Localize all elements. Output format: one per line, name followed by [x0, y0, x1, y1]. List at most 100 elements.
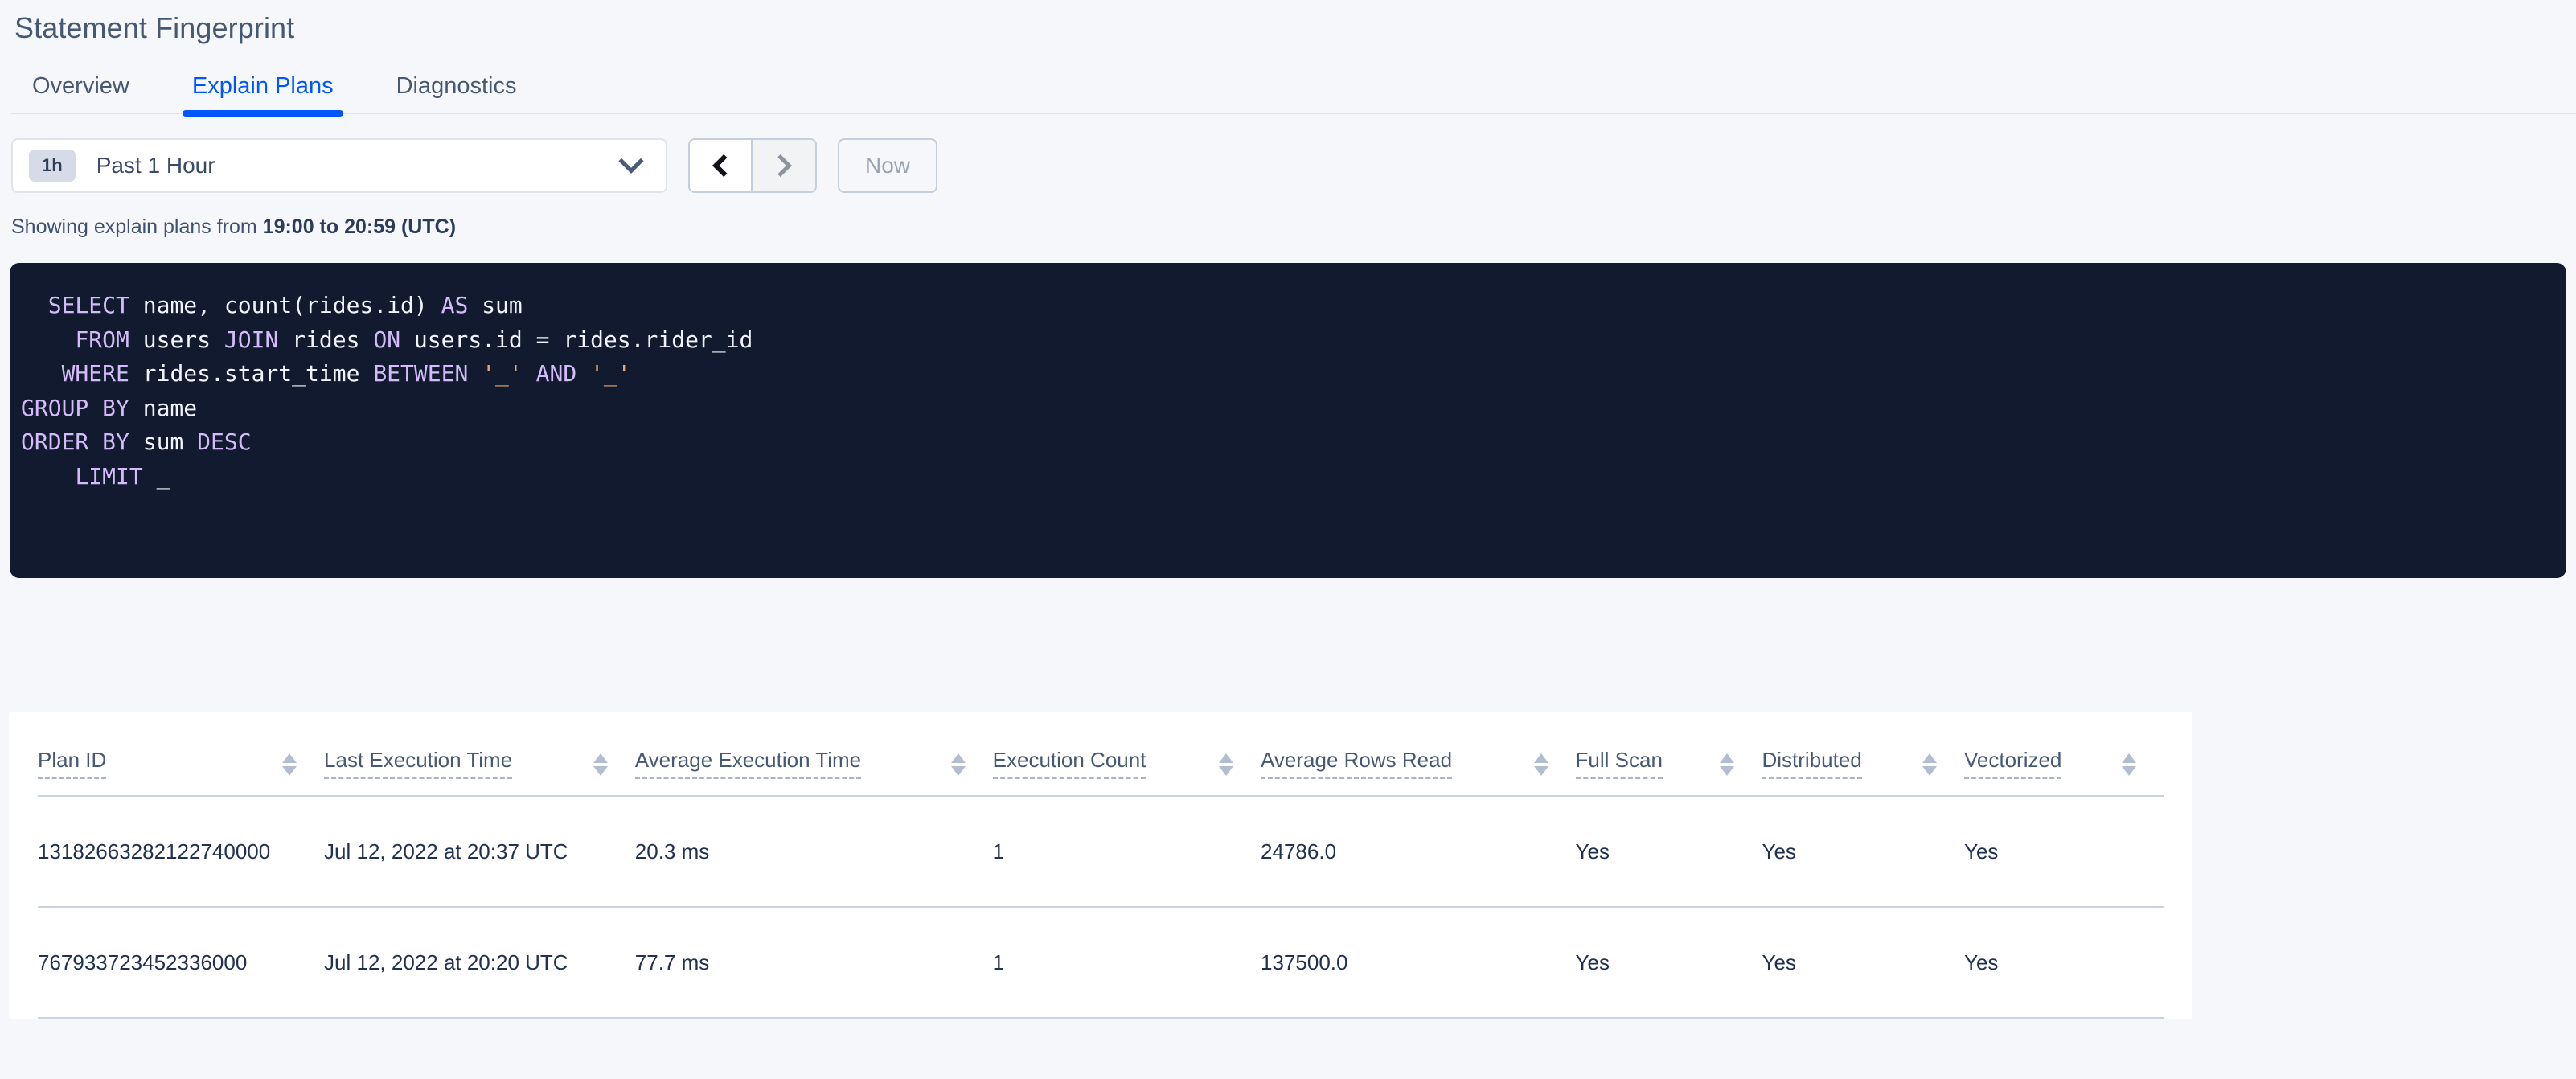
sort-toggle-icon[interactable] [260, 753, 324, 779]
cell-average-execution-time: 20.3 ms [634, 796, 993, 908]
sort-toggle-icon[interactable] [1900, 753, 1964, 779]
sort-toggle-icon[interactable] [1512, 753, 1576, 779]
tab-overview[interactable]: Overview [11, 73, 150, 114]
cell-vectorized: Yes [1963, 907, 2164, 1019]
sort-toggle-icon[interactable] [2099, 753, 2164, 779]
cell-last-execution-time: Jul 12, 2022 at 20:20 UTC [324, 907, 635, 1019]
sql-statement-panel: SELECT name, count(rides.id) AS sum FROM… [10, 263, 2566, 578]
chevron-right-icon [769, 154, 792, 178]
cell-vectorized: Yes [1963, 796, 2164, 908]
column-header-average-rows-read[interactable]: Average Rows Read [1261, 712, 1576, 797]
sql-token: rides.start_time [129, 360, 374, 388]
table-row[interactable]: 13182663282122740000 Jul 12, 2022 at 20:3… [38, 796, 2164, 908]
column-header-plan-id[interactable]: Plan ID [38, 712, 325, 797]
chevron-left-icon [712, 154, 736, 178]
cell-distributed: Yes [1762, 907, 1964, 1019]
sql-token: ORDER BY [21, 429, 129, 456]
column-header-distributed[interactable]: Distributed [1762, 712, 1964, 797]
next-period-button[interactable] [753, 140, 815, 191]
sql-token: '_' [482, 360, 523, 388]
column-header-label[interactable]: Distributed [1762, 748, 1862, 779]
toolbar: 1h Past 1 Hour Now [0, 114, 2576, 193]
page-title: Statement Fingerprint [14, 11, 295, 44]
cell-last-execution-time: Jul 12, 2022 at 20:37 UTC [324, 796, 635, 908]
tab-explain-plans[interactable]: Explain Plans [171, 73, 355, 117]
sql-token: sum [468, 292, 523, 318]
range-note: Showing explain plans from 19:00 to 20:5… [0, 193, 2576, 239]
sql-token: WHERE [61, 360, 129, 388]
table-row[interactable]: 767933723452336000 Jul 12, 2022 at 20:20 … [38, 907, 2164, 1019]
column-header-execution-count[interactable]: Execution Count [992, 712, 1261, 797]
sql-token: rides [278, 326, 374, 353]
sql-token: SELECT [47, 292, 129, 318]
column-header-label[interactable]: Execution Count [992, 748, 1146, 779]
cell-average-execution-time: 77.7 ms [634, 907, 993, 1019]
sql-token: _ [142, 462, 170, 490]
sql-token: BETWEEN [373, 360, 469, 388]
sql-token: ON [373, 326, 401, 353]
sql-token: DESC [197, 429, 252, 456]
cell-execution-count: 1 [992, 907, 1261, 1019]
explain-plans-table-card: Plan ID Last Execution Time Average Execut… [9, 712, 2192, 1019]
column-header-last-execution-time[interactable]: Last Execution Time [324, 712, 635, 797]
column-header-full-scan[interactable]: Full Scan [1575, 712, 1762, 797]
tab-diagnostics[interactable]: Diagnostics [375, 73, 538, 114]
sql-statement-code[interactable]: SELECT name, count(rides.id) AS sum FROM… [10, 289, 2566, 494]
time-nav-group [688, 138, 817, 193]
column-header-label[interactable]: Average Rows Read [1261, 748, 1453, 779]
cell-average-rows-read: 137500.0 [1261, 907, 1576, 1019]
explain-plans-table: Plan ID Last Execution Time Average Execut… [38, 712, 2164, 1019]
sql-token: count [224, 292, 293, 318]
cell-full-scan: Yes [1575, 796, 1762, 908]
sql-token: FROM [75, 326, 129, 353]
tab-bar: Overview Explain Plans Diagnostics [0, 56, 2576, 117]
column-header-label[interactable]: Average Execution Time [634, 748, 862, 779]
sql-token: AS [441, 292, 469, 318]
sql-token: name [129, 394, 198, 421]
chevron-down-icon[interactable] [618, 148, 644, 174]
sql-token: JOIN [224, 326, 279, 353]
table-body: 13182663282122740000 Jul 12, 2022 at 20:3… [38, 796, 2164, 1019]
now-button[interactable]: Now [838, 138, 937, 193]
column-header-label[interactable]: Vectorized [1963, 748, 2062, 779]
table-header-row: Plan ID Last Execution Time Average Execut… [38, 712, 2164, 797]
cell-distributed: Yes [1762, 796, 1964, 908]
sql-token: sum [129, 429, 198, 456]
sql-token: users [129, 326, 224, 353]
sort-toggle-icon[interactable] [1697, 753, 1762, 779]
cell-average-rows-read: 24786.0 [1261, 796, 1576, 908]
table-head: Plan ID Last Execution Time Average Execut… [38, 712, 2164, 797]
time-range-select[interactable]: 1h Past 1 Hour [11, 138, 667, 193]
column-header-label[interactable]: Plan ID [38, 748, 107, 779]
column-header-label[interactable]: Last Execution Time [324, 748, 513, 779]
sql-token: AND [535, 360, 577, 388]
sql-token: LIMIT [75, 462, 143, 490]
sort-toggle-icon[interactable] [929, 753, 993, 779]
sql-token: GROUP BY [21, 394, 129, 421]
column-header-label[interactable]: Full Scan [1575, 748, 1663, 779]
column-header-vectorized[interactable]: Vectorized [1963, 712, 2164, 797]
sql-token: '_' [590, 360, 631, 388]
sort-toggle-icon[interactable] [1196, 753, 1261, 779]
cell-plan-id: 13182663282122740000 [38, 796, 325, 908]
previous-period-button[interactable] [690, 140, 753, 191]
cell-full-scan: Yes [1575, 907, 1762, 1019]
range-note-prefix: Showing explain plans from [11, 215, 263, 238]
sql-token: name, [129, 292, 224, 318]
time-range-badge: 1h [29, 150, 76, 182]
cell-plan-id: 767933723452336000 [38, 907, 325, 1019]
cell-execution-count: 1 [992, 796, 1261, 908]
sql-token: users.id = rides.rider_id [400, 326, 753, 353]
time-range-label: Past 1 Hour [96, 153, 215, 178]
range-note-value: 19:00 to 20:59 (UTC) [262, 215, 457, 238]
sql-token: (rides.id) [292, 292, 441, 318]
sort-toggle-icon[interactable] [571, 753, 635, 779]
column-header-average-execution-time[interactable]: Average Execution Time [634, 712, 993, 797]
